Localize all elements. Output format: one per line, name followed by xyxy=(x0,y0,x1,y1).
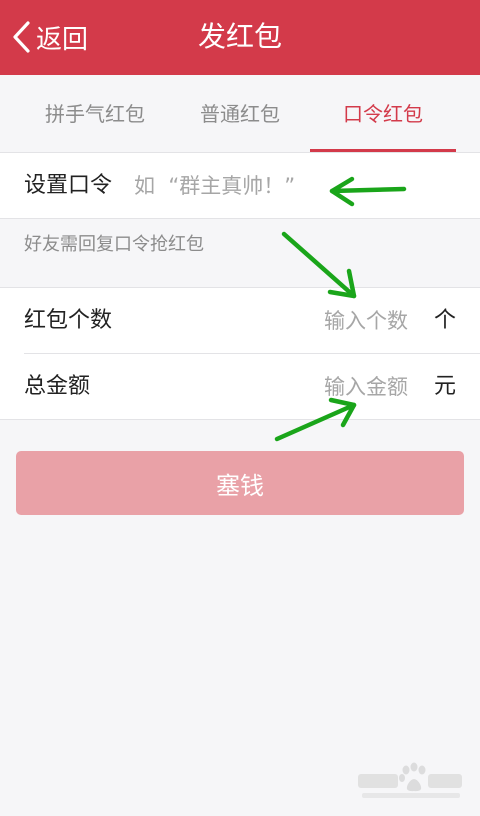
count-input[interactable] xyxy=(208,302,408,340)
count-row: 红包个数 个 xyxy=(0,288,480,354)
amount-row: 总金额 元 xyxy=(0,354,480,420)
red-packet-screen: 返回 发红包 拼手气红包 普通红包 口令红包 设置口令 好友需回复口令抢红包 红… xyxy=(0,0,480,816)
amount-input[interactable] xyxy=(208,368,408,406)
count-label: 红包个数 xyxy=(24,308,113,333)
tab-normal-packet[interactable]: 普通红包 xyxy=(165,75,315,153)
amount-label: 总金额 xyxy=(24,374,91,399)
packet-form-group: 红包个数 个 总金额 元 xyxy=(0,287,480,420)
amount-unit: 元 xyxy=(433,374,456,399)
tab-lucky-packet[interactable]: 拼手气红包 xyxy=(20,75,170,153)
tab-bar: 拼手气红包 普通红包 口令红包 xyxy=(0,75,480,153)
header-bar: 返回 发红包 xyxy=(0,0,480,75)
count-unit: 个 xyxy=(433,308,456,333)
password-label: 设置口令 xyxy=(24,173,113,198)
password-row: 设置口令 xyxy=(0,153,480,219)
baidu-paw-icon xyxy=(358,762,462,798)
active-tab-indicator xyxy=(310,149,456,152)
submit-money-button[interactable]: 塞钱 xyxy=(16,451,464,515)
tab-password-packet[interactable]: 口令红包 xyxy=(310,75,456,153)
password-input[interactable] xyxy=(134,167,454,205)
page-title: 发红包 xyxy=(197,20,282,53)
password-hint: 好友需回复口令抢红包 xyxy=(24,234,204,255)
